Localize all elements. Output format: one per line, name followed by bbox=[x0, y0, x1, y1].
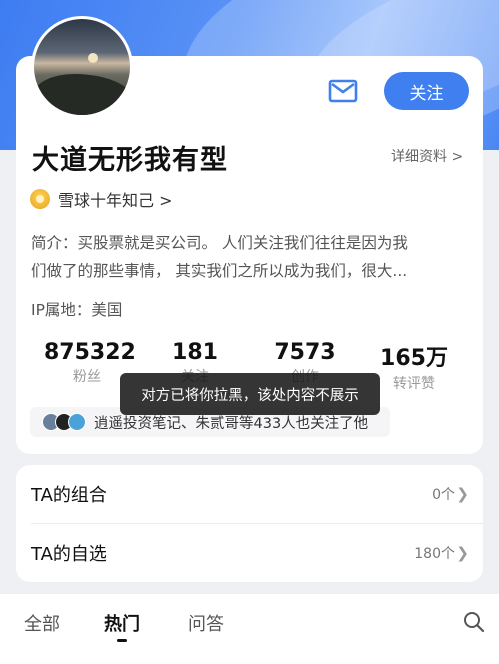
blocked-toast: 对方已将你拉黑，该处内容不展示 bbox=[120, 373, 380, 415]
detail-link[interactable]: 详细资料 > bbox=[391, 146, 463, 166]
list-item-value: 0个 bbox=[432, 487, 455, 503]
tab-qa[interactable]: 问答 bbox=[188, 610, 224, 636]
active-tab-indicator bbox=[117, 639, 127, 642]
mail-icon bbox=[328, 79, 358, 103]
tab-all[interactable]: 全部 bbox=[24, 610, 60, 636]
stat-value: 7573 bbox=[274, 340, 336, 365]
badge-label: 雪球十年知己 > bbox=[58, 191, 173, 210]
stat-value: 181 bbox=[172, 340, 218, 365]
medal-icon bbox=[30, 189, 50, 209]
stat-label: 粉丝 bbox=[73, 369, 101, 385]
stat-label: 转评赞 bbox=[393, 376, 435, 392]
badge-row[interactable]: 雪球十年知己 > bbox=[30, 187, 173, 211]
intro-line: 们做了的那些事情， 其实我们之所以成为我们，很大... bbox=[31, 262, 408, 280]
follow-button[interactable]: 关注 bbox=[384, 72, 469, 110]
chevron-right-icon: ❯ bbox=[456, 485, 469, 503]
profile-name: 大道无形我有型 bbox=[32, 145, 228, 176]
ip-location: IP属地：美国 bbox=[31, 301, 123, 319]
list-item-watchlist[interactable]: TA的自选 180个 ❯ bbox=[16, 524, 483, 582]
list-item-portfolio[interactable]: TA的组合 0个 ❯ bbox=[16, 465, 483, 523]
stat-likes[interactable]: 165万 转评赞 bbox=[378, 340, 450, 393]
list-item-title: TA的自选 bbox=[31, 544, 107, 565]
message-button[interactable] bbox=[328, 78, 358, 104]
stat-value: 165万 bbox=[380, 346, 448, 371]
list-card: TA的组合 0个 ❯ TA的自选 180个 ❯ bbox=[16, 465, 483, 582]
profile-intro[interactable]: 简介：买股票就是买公司。 人们关注我们往往是因为我 们做了的那些事情， 其实我们… bbox=[31, 229, 471, 285]
intro-line: 简介：买股票就是买公司。 人们关注我们往往是因为我 bbox=[31, 234, 408, 252]
search-icon bbox=[464, 612, 485, 633]
chevron-right-icon: ❯ bbox=[456, 544, 469, 562]
avatar[interactable] bbox=[31, 16, 133, 118]
search-button[interactable] bbox=[462, 610, 486, 634]
stat-value: 875322 bbox=[44, 340, 136, 365]
stat-fans[interactable]: 875322 粉丝 bbox=[44, 340, 136, 386]
list-item-title: TA的组合 bbox=[31, 485, 107, 506]
mini-avatar bbox=[68, 413, 86, 431]
list-item-value: 180个 bbox=[414, 546, 455, 562]
tab-hot[interactable]: 热门 bbox=[104, 610, 140, 636]
content-tabs: 全部 热门 问答 bbox=[0, 594, 499, 664]
